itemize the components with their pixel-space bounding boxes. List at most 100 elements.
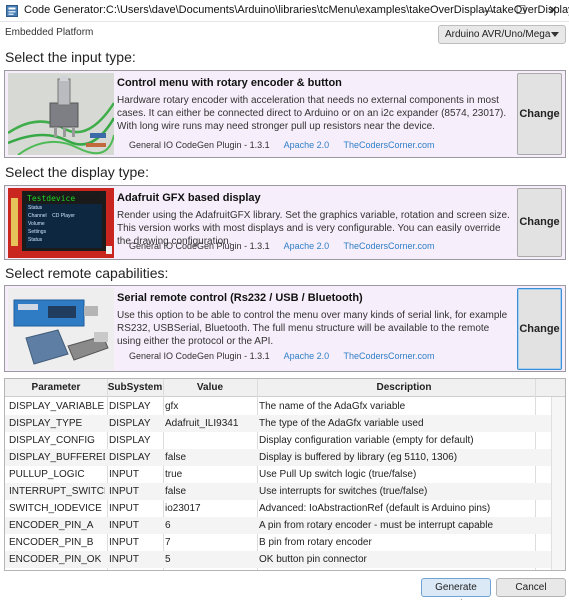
tft-display-line: Settings: [28, 229, 47, 235]
display-plugin-license-link[interactable]: Apache 2.0: [284, 241, 330, 251]
table-cell: DISPLAY_TYPE: [9, 418, 83, 429]
table-cell: INTERRUPT_SWITCHES: [9, 486, 105, 497]
remote-plugin-description: Use this option to be able to control th…: [117, 310, 508, 347]
table-row[interactable]: ENCODER_PIN_A INPUT 6 A pin from rotary enc…: [5, 517, 551, 534]
table-cell: DISPLAY: [109, 401, 151, 412]
table-cell: OK button pin connector: [259, 554, 367, 565]
tft-display-title: Testdevice: [27, 194, 76, 203]
input-plugin-license-link[interactable]: Apache 2.0: [284, 140, 330, 150]
table-cell: The type of the AdaGfx variable used: [259, 418, 424, 429]
table-cell: INPUT: [109, 554, 139, 565]
remote-plugin-site-link[interactable]: TheCodersCorner.com: [344, 351, 435, 361]
table-cell: INPUT: [109, 469, 139, 480]
table-cell: Display is buffered by library (eg 5110,…: [259, 452, 458, 463]
table-cell: INPUT: [109, 486, 139, 497]
remote-plugin-card: Serial remote control (Rs232 / USB / Blu…: [4, 285, 566, 372]
display-plugin-name: Adafruit GFX based display: [117, 192, 261, 204]
tft-display-image: Testdevice Status Channel CD Player Volu…: [8, 188, 114, 258]
chevron-down-icon: [551, 32, 559, 37]
tft-display-line: Volume: [28, 221, 45, 227]
table-row[interactable]: DISPLAY_CONFIG DISPLAY Display configurati…: [5, 432, 551, 449]
table-cell[interactable]: true: [165, 469, 255, 480]
input-plugin-site-link[interactable]: TheCodersCorner.com: [344, 140, 435, 150]
table-row[interactable]: DISPLAY_TYPE DISPLAY Adafruit_ILI9341 The t…: [5, 415, 551, 432]
change-input-button[interactable]: Change: [517, 73, 562, 155]
change-display-button[interactable]: Change: [517, 188, 562, 257]
title-bar: Code Generator:C:\Users\dave\Documents\A…: [0, 0, 569, 22]
change-remote-button[interactable]: Change: [517, 288, 562, 370]
table-cell: ENCODER_PIN_A: [9, 520, 94, 531]
table-cell[interactable]: Adafruit_ILI9341: [165, 418, 255, 429]
table-header: Parameter SubSystem Value Description: [5, 379, 565, 397]
platform-dropdown[interactable]: Arduino AVR/Uno/Mega: [438, 25, 566, 44]
input-plugin-card: Control menu with rotary encoder & butto…: [4, 70, 566, 158]
platform-selected-value: Arduino AVR/Uno/Mega: [445, 29, 551, 40]
minimize-button[interactable]: —: [473, 0, 505, 22]
remote-section-heading: Select remote capabilities:: [5, 265, 169, 281]
display-plugin-site-link[interactable]: TheCodersCorner.com: [344, 241, 435, 251]
remote-plugin-name: Serial remote control (Rs232 / USB / Blu…: [117, 292, 363, 304]
table-cell: DISPLAY: [109, 435, 151, 446]
table-cell: DISPLAY_BUFFERED: [9, 452, 105, 463]
table-row[interactable]: PULLUP_LOGIC INPUT true Use Pull Up switch …: [5, 466, 551, 483]
table-cell: Use interrupts for switches (true/false): [259, 486, 428, 497]
display-plugin-version: General IO CodeGen Plugin - 1.3.1: [129, 241, 270, 251]
cancel-button[interactable]: Cancel: [496, 578, 566, 597]
table-row[interactable]: SWITCH_IODEVICE INPUT io23017 Advanced: IoA…: [5, 500, 551, 517]
column-header-parameter[interactable]: Parameter: [5, 382, 107, 393]
table-cell: Display configuration variable (empty fo…: [259, 435, 474, 446]
generate-code-button[interactable]: Generate Code: [421, 578, 491, 600]
table-cell: ENCODER_PIN_B: [9, 537, 94, 548]
table-cell: Advanced: IoAbstractionRef (default is A…: [259, 503, 491, 514]
table-row[interactable]: ENCODER_PIN_OK INPUT 5 OK button pin connec…: [5, 551, 551, 568]
platform-label: Embedded Platform: [5, 27, 94, 38]
table-cell[interactable]: 5: [165, 554, 255, 565]
column-header-subsystem[interactable]: SubSystem: [107, 382, 163, 393]
display-section-heading: Select the display type:: [5, 164, 149, 180]
table-cell: PULLUP_LOGIC: [9, 469, 85, 480]
table-row[interactable]: INTERRUPT_SWITCHES INPUT false Use interrup…: [5, 483, 551, 500]
display-plugin-meta: General IO CodeGen Plugin - 1.3.1 Apache…: [129, 241, 447, 251]
app-icon: [6, 5, 18, 17]
table-cell[interactable]: false: [165, 486, 255, 497]
table-cell[interactable]: 6: [165, 520, 255, 531]
table-row[interactable]: DISPLAY_BUFFERED DISPLAY false Display is b…: [5, 449, 551, 466]
close-button[interactable]: ✕: [537, 0, 569, 22]
maximize-button[interactable]: ☐: [505, 0, 537, 22]
serial-module-image: [8, 288, 114, 370]
tft-display-line: Status: [28, 237, 43, 243]
table-cell[interactable]: 7: [165, 537, 255, 548]
table-cell: Use Pull Up switch logic (true/false): [259, 469, 417, 480]
table-cell: The name of the AdaGfx variable: [259, 401, 406, 412]
table-cell: A pin from rotary encoder - must be inte…: [259, 520, 494, 531]
input-section-heading: Select the input type:: [5, 49, 136, 65]
display-plugin-card: Testdevice Status Channel CD Player Volu…: [4, 185, 566, 260]
column-header-value[interactable]: Value: [163, 382, 257, 393]
tft-display-line: Status: [28, 205, 43, 211]
table-cell: DISPLAY: [109, 418, 151, 429]
table-cell[interactable]: gfx: [165, 401, 255, 412]
table-scrollbar[interactable]: [551, 397, 565, 570]
remote-plugin-version: General IO CodeGen Plugin - 1.3.1: [129, 351, 270, 361]
table-cell: DISPLAY_CONFIG: [9, 435, 95, 446]
rotary-encoder-image: [8, 73, 114, 155]
input-plugin-version: General IO CodeGen Plugin - 1.3.1: [129, 140, 270, 150]
remote-plugin-license-link[interactable]: Apache 2.0: [284, 351, 330, 361]
table-cell: INPUT: [109, 503, 139, 514]
properties-table[interactable]: Parameter SubSystem Value Description DI…: [4, 378, 566, 571]
table-cell: DISPLAY: [109, 452, 151, 463]
table-cell: ENCODER_PIN_OK: [9, 554, 102, 565]
table-row[interactable]: ENCODER_PIN_B INPUT 7 B pin from rotary enc…: [5, 534, 551, 551]
table-cell: INPUT: [109, 537, 139, 548]
remote-plugin-meta: General IO CodeGen Plugin - 1.3.1 Apache…: [129, 351, 447, 361]
table-cell: B pin from rotary encoder: [259, 537, 372, 548]
table-cell: INPUT: [109, 520, 139, 531]
table-cell[interactable]: io23017: [165, 503, 255, 514]
tft-display-line: Channel CD Player: [28, 213, 75, 219]
table-row[interactable]: DISPLAY_VARIABLE DISPLAY gfx The name of th…: [5, 398, 551, 415]
input-plugin-description: Hardware rotary encoder with acceleratio…: [117, 95, 507, 132]
input-plugin-meta: General IO CodeGen Plugin - 1.3.1 Apache…: [129, 140, 447, 150]
column-header-description[interactable]: Description: [257, 382, 551, 393]
table-cell[interactable]: false: [165, 452, 255, 463]
table-cell: SWITCH_IODEVICE: [9, 503, 102, 514]
